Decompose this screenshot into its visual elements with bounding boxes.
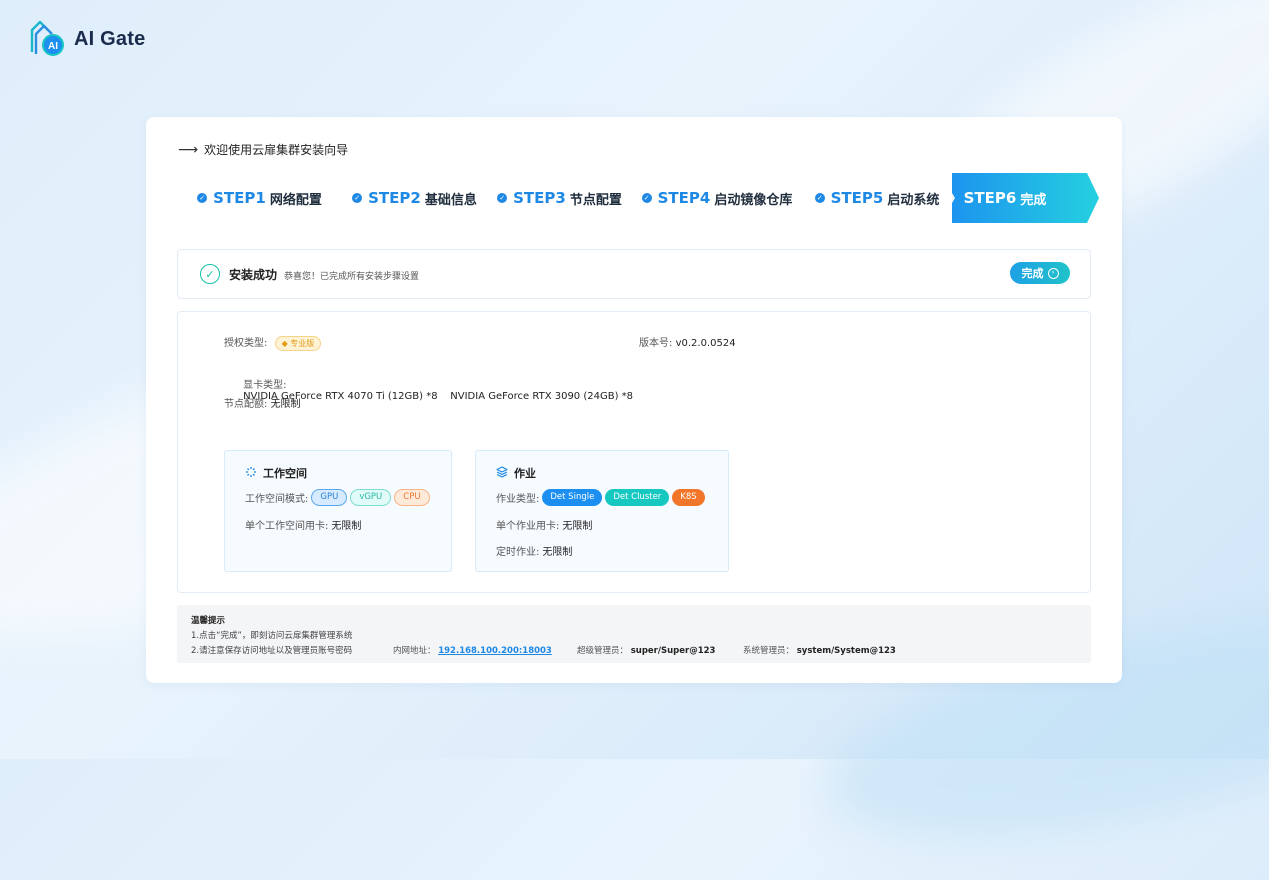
check-circle-icon: ✓ bbox=[497, 193, 508, 203]
job-title-text: 作业 bbox=[514, 467, 536, 480]
check-circle-icon: ✓ bbox=[352, 193, 363, 203]
svg-text:AI: AI bbox=[48, 41, 58, 52]
step-label: 网络配置 bbox=[269, 192, 322, 208]
quota-value: 无限制 bbox=[270, 399, 301, 410]
install-summary: 授权类型: ◆ 专业版 版本号: v0.2.0.0524 显卡类型: NVIDI… bbox=[177, 311, 1091, 593]
system-admin-info: 系统管理员： system/System@123 bbox=[743, 644, 896, 656]
step-label: 启动系统 bbox=[887, 192, 940, 208]
step-3: ✓ STEP3 节点配置 bbox=[487, 173, 632, 223]
job-cron-value: 无限制 bbox=[542, 547, 573, 558]
step-6-active: STEP6 完成 bbox=[940, 173, 1070, 223]
gpu-value: NVIDIA GeForce RTX 4070 Ti (12GB) *8 NVI… bbox=[243, 391, 634, 402]
step-4: ✓ STEP4 启动镜像仓库 bbox=[632, 173, 802, 223]
workspace-mode-row: 工作空间模式: GPU vGPU CPU bbox=[245, 489, 430, 506]
job-panel: 作业 作业类型: Det Single Det Cluster K8S 单个作业… bbox=[475, 450, 729, 572]
logo-text: AI Gate bbox=[74, 27, 146, 50]
finish-button[interactable]: 完成 › bbox=[1010, 262, 1070, 284]
success-banner: ✓ 安装成功 恭喜您！已完成所有安装步骤设置 完成 › bbox=[177, 249, 1091, 299]
address-info: 内网地址： 192.168.100.200:18003 bbox=[393, 644, 552, 656]
tips-line-2: 2.请注意保存访问地址以及管理员账号密码 bbox=[191, 646, 353, 656]
system-admin-label: 系统管理员： bbox=[743, 646, 795, 656]
check-circle-icon: ✓ bbox=[814, 193, 825, 203]
step-number: STEP6 bbox=[963, 189, 1017, 207]
logo-icon: AI bbox=[26, 18, 68, 60]
step-number: STEP3 bbox=[513, 189, 566, 207]
check-circle-icon: ✓ bbox=[200, 264, 220, 284]
mode-cpu-tag: CPU bbox=[394, 489, 430, 506]
workspace-icon bbox=[245, 466, 257, 481]
version-label: 版本号: bbox=[639, 338, 673, 349]
license-badge-text: 专业版 bbox=[290, 339, 315, 348]
step-number: STEP5 bbox=[830, 189, 884, 207]
job-card-label: 单个作业用卡: bbox=[496, 521, 560, 532]
job-title: 作业 bbox=[496, 465, 536, 481]
tips-title: 温馨提示 bbox=[191, 616, 226, 626]
install-wizard-card: ⟶ 欢迎使用云扉集群安装向导 ✓ STEP1 网络配置 ✓ STEP2 基础信息… bbox=[146, 117, 1122, 683]
job-type-cluster-tag: Det Cluster bbox=[605, 489, 670, 506]
super-admin-info: 超级管理员： super/Super@123 bbox=[577, 644, 715, 656]
step-1: ✓ STEP1 网络配置 bbox=[177, 173, 342, 223]
license-row: 授权类型: ◆ 专业版 bbox=[224, 334, 322, 351]
quota-row: 节点配额: 无限制 bbox=[224, 395, 301, 410]
super-admin-value: super/Super@123 bbox=[630, 646, 716, 656]
job-type-k8s-tag: K8S bbox=[672, 489, 705, 506]
system-admin-value: system/System@123 bbox=[796, 646, 896, 656]
workspace-title-text: 工作空间 bbox=[263, 467, 307, 480]
gpu-label: 显卡类型: bbox=[243, 380, 287, 391]
check-circle-icon: ✓ bbox=[197, 193, 208, 203]
tips-box: 温馨提示 1.点击“完成”，即刻访问云扉集群管理系统 2.请注意保存访问地址以及… bbox=[177, 605, 1091, 663]
quota-label: 节点配额: bbox=[224, 399, 268, 410]
workspace-card-value: 无限制 bbox=[331, 521, 362, 532]
arrow-right-icon: ⟶ bbox=[178, 141, 199, 158]
license-label: 授权类型: bbox=[224, 338, 268, 349]
job-type-label: 作业类型: bbox=[496, 494, 540, 505]
step-number: STEP2 bbox=[368, 189, 421, 207]
workspace-title: 工作空间 bbox=[245, 465, 307, 481]
step-number: STEP4 bbox=[657, 189, 711, 207]
wizard-title: ⟶ 欢迎使用云扉集群安装向导 bbox=[178, 141, 348, 158]
finish-button-label: 完成 bbox=[1021, 268, 1044, 280]
success-subtitle: 恭喜您！已完成所有安装步骤设置 bbox=[284, 272, 420, 282]
step-5: ✓ STEP5 启动系统 bbox=[802, 173, 952, 223]
version-row: 版本号: v0.2.0.0524 bbox=[639, 334, 736, 349]
step-label: 节点配置 bbox=[569, 192, 622, 208]
layers-icon bbox=[496, 465, 508, 481]
address-label: 内网地址： bbox=[393, 646, 436, 656]
wizard-title-text: 欢迎使用云扉集群安装向导 bbox=[204, 143, 349, 157]
license-badge: ◆ 专业版 bbox=[274, 336, 322, 351]
step-2: ✓ STEP2 基础信息 bbox=[342, 173, 487, 223]
check-circle-icon: ✓ bbox=[641, 193, 652, 203]
success-title: 安装成功 bbox=[229, 268, 278, 282]
job-type-single-tag: Det Single bbox=[542, 489, 603, 506]
workspace-mode-label: 工作空间模式: bbox=[245, 494, 309, 505]
job-cron-row: 定时作业: 无限制 bbox=[496, 543, 572, 558]
step-label: 基础信息 bbox=[424, 192, 477, 208]
app-logo[interactable]: AI AI Gate bbox=[26, 18, 145, 60]
tips-line-1: 1.点击“完成”，即刻访问云扉集群管理系统 bbox=[191, 631, 353, 641]
mode-vgpu-tag: vGPU bbox=[350, 489, 392, 506]
job-type-row: 作业类型: Det Single Det Cluster K8S bbox=[496, 489, 705, 506]
workspace-panel: 工作空间 工作空间模式: GPU vGPU CPU 单个工作空间用卡: 无限制 bbox=[224, 450, 452, 572]
step-progress: ✓ STEP1 网络配置 ✓ STEP2 基础信息 ✓ STEP3 节点配置 ✓… bbox=[177, 173, 1099, 223]
job-card-row: 单个作业用卡: 无限制 bbox=[496, 517, 592, 532]
workspace-card-label: 单个工作空间用卡: bbox=[245, 521, 329, 532]
version-value: v0.2.0.0524 bbox=[675, 338, 736, 349]
mode-gpu-tag: GPU bbox=[311, 489, 348, 506]
super-admin-label: 超级管理员： bbox=[577, 646, 629, 656]
step-number: STEP1 bbox=[213, 189, 266, 207]
step-label: 完成 bbox=[1020, 192, 1047, 208]
step-label: 启动镜像仓库 bbox=[714, 192, 793, 208]
address-link[interactable]: 192.168.100.200:18003 bbox=[438, 646, 552, 656]
workspace-card-row: 单个工作空间用卡: 无限制 bbox=[245, 517, 361, 532]
job-card-value: 无限制 bbox=[562, 521, 593, 532]
job-cron-label: 定时作业: bbox=[496, 547, 540, 558]
arrow-circle-right-icon: › bbox=[1047, 267, 1059, 279]
